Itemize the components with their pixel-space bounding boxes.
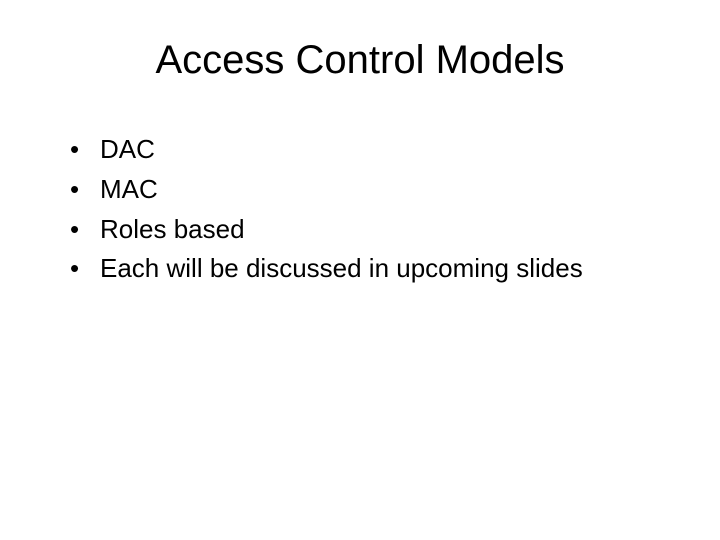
- list-item: • DAC: [70, 133, 670, 167]
- bullet-text: Each will be discussed in upcoming slide…: [100, 252, 670, 286]
- bullet-list: • DAC • MAC • Roles based • Each will be…: [50, 133, 670, 286]
- slide-title: Access Control Models: [50, 38, 670, 83]
- bullet-icon: •: [70, 133, 100, 167]
- bullet-text: DAC: [100, 133, 670, 167]
- bullet-icon: •: [70, 213, 100, 247]
- bullet-text: MAC: [100, 173, 670, 207]
- bullet-icon: •: [70, 252, 100, 286]
- bullet-icon: •: [70, 173, 100, 207]
- list-item: • MAC: [70, 173, 670, 207]
- bullet-text: Roles based: [100, 213, 670, 247]
- list-item: • Each will be discussed in upcoming sli…: [70, 252, 670, 286]
- slide: Access Control Models • DAC • MAC • Role…: [0, 0, 720, 540]
- list-item: • Roles based: [70, 213, 670, 247]
